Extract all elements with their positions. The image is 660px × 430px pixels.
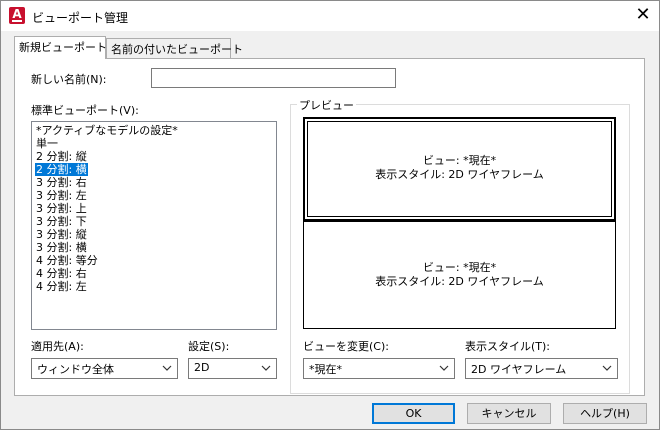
chevron-down-icon <box>602 365 612 371</box>
list-item[interactable]: 3 分割: 右 <box>35 176 88 189</box>
list-item[interactable]: *アクティブなモデルの設定* <box>35 124 179 137</box>
preview-viewport-top[interactable]: ビュー: *現在* 表示スタイル: 2D ワイヤフレーム <box>303 117 616 221</box>
list-item[interactable]: 単一 <box>35 137 59 150</box>
visual-style-value: 2D ワイヤフレーム <box>471 363 567 376</box>
change-view-select[interactable]: *現在* <box>303 358 455 379</box>
list-item[interactable]: 4 分割: 等分 <box>35 254 99 267</box>
chevron-down-icon <box>439 365 449 371</box>
preview-view-text: ビュー: *現在* <box>422 154 497 167</box>
visual-style-select[interactable]: 2D ワイヤフレーム <box>465 358 618 379</box>
list-item[interactable]: 3 分割: 左 <box>35 189 88 202</box>
preview-view-text: ビュー: *現在* <box>422 261 497 274</box>
preview-viewport-bottom[interactable]: ビュー: *現在* 表示スタイル: 2D ワイヤフレーム <box>303 221 616 329</box>
list-item[interactable]: 4 分割: 右 <box>35 267 88 280</box>
tab-named-viewports[interactable]: 名前の付いたビューポート <box>106 38 243 58</box>
setup-select[interactable]: 2D <box>188 358 277 379</box>
apply-to-select[interactable]: ウィンドウ全体 <box>31 358 178 379</box>
new-name-label: 新しい名前(N): <box>31 73 107 86</box>
list-item[interactable]: 4 分割: 左 <box>35 280 88 293</box>
list-item[interactable]: 3 分割: 下 <box>35 215 88 228</box>
change-view-value: *現在* <box>309 363 342 376</box>
cancel-button[interactable]: キャンセル <box>467 403 551 424</box>
title-bar[interactable]: A ビューポート管理 ✕ <box>1 1 659 31</box>
window-title: ビューポート管理 <box>32 11 129 25</box>
new-name-input[interactable] <box>151 68 396 88</box>
preview-style-text: 表示スタイル: 2D ワイヤフレーム <box>375 168 544 181</box>
ok-button[interactable]: OK <box>372 403 455 424</box>
visual-style-label: 表示スタイル(T): <box>465 340 551 353</box>
list-item[interactable]: 2 分割: 縦 <box>35 150 88 163</box>
change-view-label: ビューを変更(C): <box>303 340 389 353</box>
help-button[interactable]: ヘルプ(H) <box>563 403 647 424</box>
apply-to-label: 適用先(A): <box>31 340 84 353</box>
autocad-app-icon: A <box>9 7 25 24</box>
list-item[interactable]: 3 分割: 横 <box>35 241 88 254</box>
viewports-dialog: A ビューポート管理 ✕ 新規ビューポート 名前の付いたビューポート 新しい名前… <box>0 0 660 430</box>
preview-style-text: 表示スタイル: 2D ワイヤフレーム <box>375 275 544 288</box>
preview-label: プレビュー <box>297 97 356 113</box>
chevron-down-icon <box>162 365 172 371</box>
list-item-selected[interactable]: 2 分割: 横 <box>34 162 89 177</box>
list-item[interactable]: 3 分割: 上 <box>35 202 88 215</box>
close-icon[interactable]: ✕ <box>631 4 655 28</box>
standard-viewports-list[interactable]: *アクティブなモデルの設定* 単一 2 分割: 縦 2 分割: 横 3 分割: … <box>31 121 277 330</box>
setup-value: 2D <box>194 361 210 374</box>
setup-label: 設定(S): <box>188 340 230 353</box>
standard-viewports-label: 標準ビューポート(V): <box>31 104 139 117</box>
tab-new-viewports[interactable]: 新規ビューポート <box>14 36 107 59</box>
apply-to-value: ウィンドウ全体 <box>37 363 114 376</box>
list-item[interactable]: 3 分割: 縦 <box>35 228 88 241</box>
chevron-down-icon <box>261 365 271 371</box>
